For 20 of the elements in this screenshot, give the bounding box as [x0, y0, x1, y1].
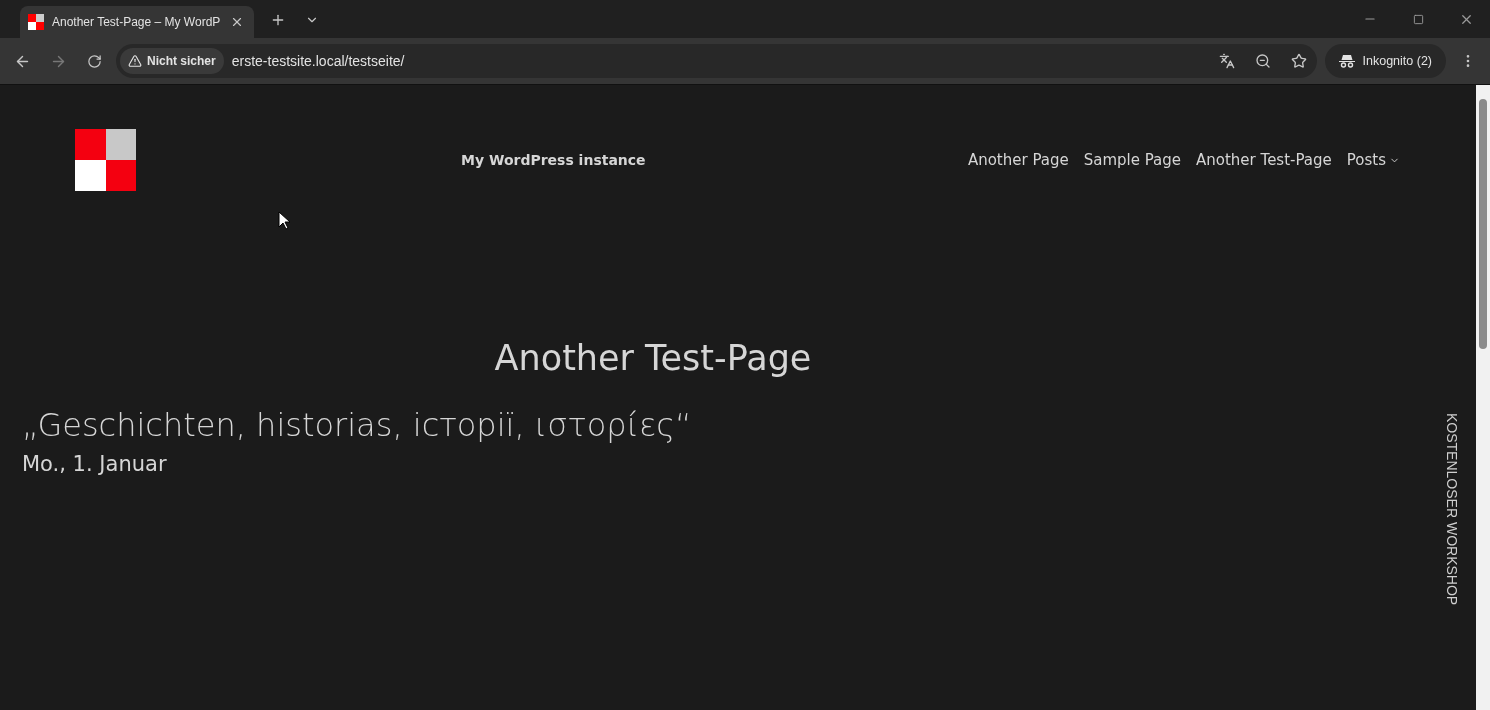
- nav-link[interactable]: Posts: [1346, 151, 1400, 169]
- security-chip[interactable]: Nicht sicher: [120, 48, 224, 74]
- nav-link[interactable]: Another Page: [967, 151, 1069, 169]
- scrollbar[interactable]: [1476, 85, 1490, 710]
- tab-title: Another Test-Page – My WordP: [52, 15, 221, 29]
- nav-link[interactable]: Sample Page: [1083, 151, 1182, 169]
- mouse-cursor-icon: [278, 211, 290, 231]
- address-bar[interactable]: Nicht sicher erste-testsite.local/testseite/: [116, 44, 1317, 78]
- site-title[interactable]: My WordPress instance: [461, 152, 646, 168]
- nav-link[interactable]: Another Test-Page: [1196, 151, 1332, 169]
- page-heading: Another Test-Page: [493, 338, 813, 378]
- site-logo[interactable]: [75, 129, 136, 191]
- url-text: erste-testsite.local/testseite/: [231, 53, 406, 69]
- browser-tab[interactable]: Another Test-Page – My WordP: [20, 6, 255, 38]
- incognito-icon: [1338, 54, 1355, 68]
- incognito-button[interactable]: Inkognito (2): [1324, 44, 1446, 78]
- scrollbar-thumb[interactable]: [1479, 99, 1487, 349]
- side-label[interactable]: KOSTENLOSER WORKSHOP: [1444, 413, 1460, 606]
- warning-icon: [128, 54, 142, 68]
- favicon-icon: [28, 14, 44, 30]
